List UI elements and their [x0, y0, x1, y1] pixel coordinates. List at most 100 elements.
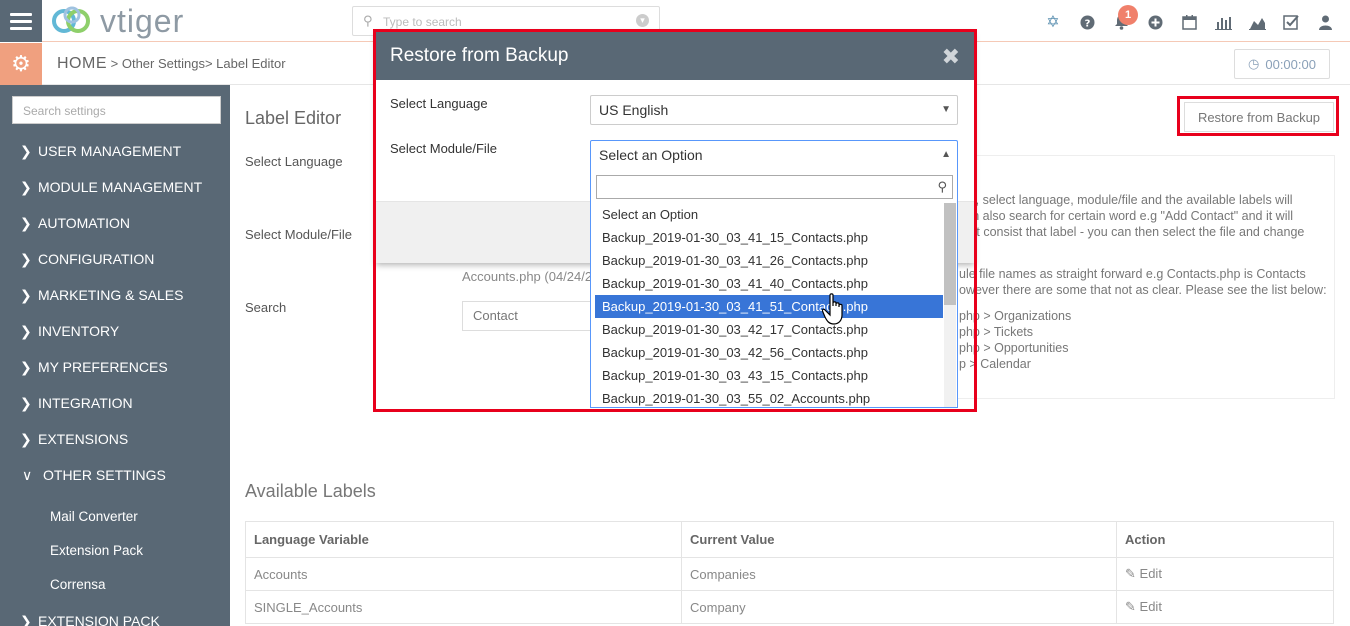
sidebar-item-label: CONFIGURATION	[38, 251, 155, 267]
sidebar-subitem-extension-pack[interactable]: Extension Pack	[0, 533, 230, 567]
module-file-note: Accounts.php (04/24/2	[462, 269, 593, 284]
edit-button[interactable]: ✎ Edit	[1125, 599, 1162, 614]
sidebar-item-configuration[interactable]: ❯ CONFIGURATION	[0, 241, 230, 277]
sidebar-subitem-mail-converter[interactable]: Mail Converter	[0, 499, 230, 533]
sidebar-item-module-management[interactable]: ❯ MODULE MANAGEMENT	[0, 169, 230, 205]
reports-icon[interactable]	[1206, 10, 1240, 34]
vtiger-logo[interactable]: vtiger	[50, 2, 184, 40]
chevron-right-icon: ❯	[20, 142, 32, 159]
sidebar-item-label: MODULE MANAGEMENT	[38, 179, 203, 195]
edit-button[interactable]: ✎ Edit	[1125, 566, 1162, 581]
info-line: that consist that label - you can then s…	[959, 225, 1305, 239]
sidebar-item-label: OTHER SETTINGS	[43, 467, 166, 483]
chevron-down-icon: ▼	[941, 104, 951, 115]
clock-icon: ◷	[1248, 56, 1260, 71]
pencil-icon: ✎	[1125, 566, 1136, 581]
sidebar-item-automation[interactable]: ❯ AUTOMATION	[0, 205, 230, 241]
column-header: Action	[1116, 521, 1334, 558]
modal-language-label: Select Language	[390, 96, 488, 111]
calendar-icon[interactable]	[1172, 10, 1206, 34]
info-line: ule file names as straight forward e.g C…	[959, 267, 1306, 281]
add-icon[interactable]	[1138, 10, 1172, 34]
sidebar-item-user-management[interactable]: ❯ USER MANAGEMENT	[0, 133, 230, 169]
breadcrumb-home[interactable]: HOME	[57, 55, 107, 72]
chart-icon[interactable]	[1240, 10, 1274, 34]
help-icon[interactable]: ?	[1070, 10, 1104, 34]
notification-badge: 1	[1118, 5, 1138, 25]
sidebar-item-label: EXTENSION PACK	[38, 613, 160, 626]
edit-label: Edit	[1139, 599, 1162, 614]
sidebar-item-extension-pack[interactable]: ❯ EXTENSION PACK	[0, 603, 230, 626]
dropdown-option[interactable]: Backup_2019-01-30_03_55_02_Accounts.php	[595, 387, 943, 407]
settings-search-placeholder: Search settings	[23, 104, 106, 118]
module-file-dropdown: ⚲ Select an Option Backup_2019-01-30_03_…	[590, 170, 958, 408]
sidebar-item-label: USER MANAGEMENT	[38, 143, 182, 159]
tasks-icon[interactable]	[1274, 10, 1308, 34]
dropdown-option[interactable]: Select an Option	[595, 203, 943, 226]
sidebar-item-extensions[interactable]: ❯ EXTENSIONS	[0, 421, 230, 457]
sidebar-item-other-settings[interactable]: ∨ OTHER SETTINGS	[0, 457, 230, 493]
chevron-right-icon: ❯	[20, 430, 32, 447]
breadcrumb-separator: >	[204, 56, 213, 71]
chevron-up-icon: ▲	[941, 149, 951, 160]
dropdown-option[interactable]: Backup_2019-01-30_03_41_15_Contacts.php	[595, 226, 943, 249]
dropdown-options: Select an Option Backup_2019-01-30_03_41…	[595, 203, 943, 407]
label-search-input[interactable]: Contact	[462, 301, 602, 331]
logo-text: vtiger	[100, 2, 185, 39]
current-value-cell: Companies	[681, 557, 1117, 591]
sidebar-item-marketing-sales[interactable]: ❯ MARKETING & SALES	[0, 277, 230, 313]
info-line: can also search for certain word e.g "Ad…	[959, 209, 1294, 223]
current-value-cell: Company	[681, 590, 1117, 624]
dropdown-option-highlighted[interactable]: Backup_2019-01-30_03_41_51_Contacts.php	[595, 295, 943, 318]
sidebar-item-inventory[interactable]: ❯ INVENTORY	[0, 313, 230, 349]
close-icon[interactable]: ✖	[942, 44, 960, 70]
language-variable-cell: Accounts	[245, 557, 682, 591]
dropdown-option[interactable]: Backup_2019-01-30_03_41_40_Contacts.php	[595, 272, 943, 295]
language-variable-cell: SINGLE_Accounts	[245, 590, 682, 624]
module-file-select[interactable]: Select an Option ▲	[590, 140, 958, 170]
svg-text:?: ?	[1084, 18, 1090, 29]
sidebar-item-label: MARKETING & SALES	[38, 287, 184, 303]
search-placeholder: Type to search	[383, 15, 462, 29]
column-header: Language Variable	[245, 521, 682, 558]
dropdown-search-input[interactable]: ⚲	[596, 175, 953, 199]
chevron-right-icon: ❯	[20, 358, 32, 375]
modal-title: Restore from Backup	[390, 45, 569, 66]
chevron-right-icon: ❯	[20, 178, 32, 195]
search-icon: ⚲	[937, 179, 947, 194]
vtiger-logo-mark	[52, 6, 90, 33]
chevron-right-icon: ❯	[20, 214, 32, 231]
info-line: php > Tickets	[959, 325, 1033, 339]
dropdown-option[interactable]: Backup_2019-01-30_03_43_15_Contacts.php	[595, 364, 943, 387]
restore-from-backup-button[interactable]: Restore from Backup	[1184, 102, 1334, 132]
settings-menu: ❯ USER MANAGEMENT ❯ MODULE MANAGEMENT ❯ AUT…	[0, 133, 230, 626]
sidebar-item-integration[interactable]: ❯ INTEGRATION	[0, 385, 230, 421]
hamburger-icon[interactable]	[0, 0, 42, 42]
dropdown-option[interactable]: Backup_2019-01-30_03_42_56_Contacts.php	[595, 341, 943, 364]
dropdown-option[interactable]: Backup_2019-01-30_03_42_17_Contacts.php	[595, 318, 943, 341]
chevron-right-icon: ❯	[20, 612, 32, 626]
available-labels-title: Available Labels	[245, 481, 376, 501]
breadcrumb-other-settings[interactable]: Other Settings	[122, 56, 205, 71]
user-icon[interactable]	[1308, 10, 1342, 34]
breadcrumb-label-editor: Label Editor	[216, 56, 286, 71]
language-select[interactable]: US English ▼	[590, 95, 958, 125]
breadcrumb: HOME > Other Settings> Label Editor	[57, 55, 286, 73]
bell-icon[interactable]: 1	[1104, 5, 1138, 34]
gear-icon[interactable]: ⚙	[0, 43, 42, 85]
timer-button[interactable]: ◷ 00:00:00	[1234, 49, 1330, 79]
dropdown-scrollbar-thumb[interactable]	[944, 203, 956, 305]
settings-search-input[interactable]: Search settings	[12, 96, 221, 124]
sidebar-item-label: EXTENSIONS	[38, 431, 129, 447]
tiger-icon[interactable]: ✡	[1036, 10, 1070, 34]
sidebar-item-my-preferences[interactable]: ❯ MY PREFERENCES	[0, 349, 230, 385]
table-row: SINGLE_Accounts Company ✎ Edit	[245, 590, 1334, 624]
chevron-down-icon[interactable]: ▾	[636, 14, 649, 27]
chevron-right-icon: ❯	[20, 394, 32, 411]
chevron-right-icon: ❯	[20, 250, 32, 267]
top-icons: ✡ ? 1	[1036, 5, 1342, 34]
column-header: Current Value	[681, 521, 1117, 558]
breadcrumb-separator: >	[110, 56, 119, 71]
sidebar-subitem-corrensa[interactable]: Corrensa	[0, 567, 230, 601]
dropdown-option[interactable]: Backup_2019-01-30_03_41_26_Contacts.php	[595, 249, 943, 272]
